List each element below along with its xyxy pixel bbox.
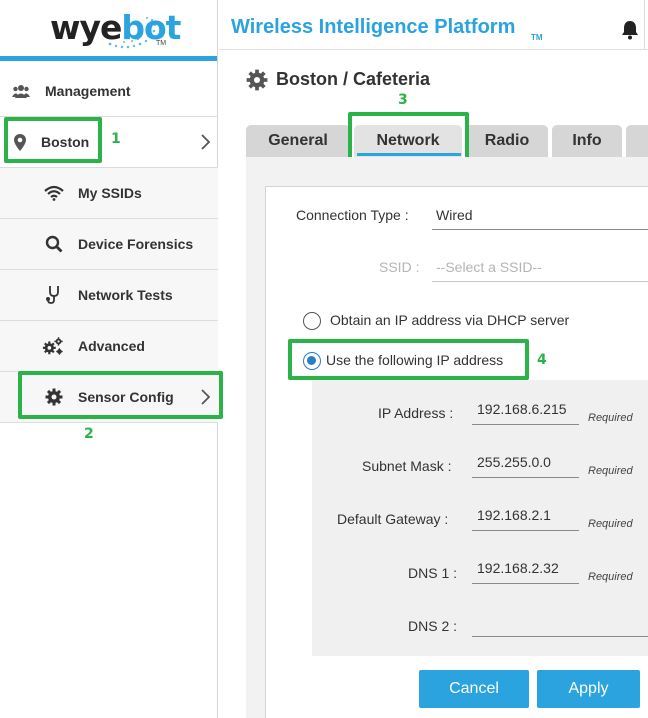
- subnet-mask-required: Required: [588, 465, 633, 477]
- sidebar-item-management[interactable]: Management: [0, 66, 218, 117]
- tab-info[interactable]: Info: [552, 125, 622, 157]
- wifi-icon: [43, 182, 65, 204]
- dns2-underline: [472, 636, 648, 637]
- dhcp-radio[interactable]: [303, 312, 321, 330]
- annotation-label-4: 4: [537, 352, 547, 368]
- sidebar-item-label: Advanced: [78, 338, 145, 354]
- sidebar-item-label: Network Tests: [78, 287, 173, 303]
- gears-icon: [42, 335, 64, 357]
- dns1-underline: [472, 583, 579, 584]
- annotation-box-1: [4, 117, 102, 163]
- subnet-mask-underline: [472, 477, 579, 478]
- sidebar-item-device-forensics[interactable]: Device Forensics: [0, 219, 218, 270]
- connection-type-underline: [432, 229, 648, 230]
- sidebar: wyebot TM Management Boston My SSIDs Dev…: [0, 0, 218, 718]
- dns1-required: Required: [588, 571, 633, 583]
- sidebar-item-network-tests[interactable]: Network Tests: [0, 270, 218, 321]
- ip-address-underline: [472, 424, 579, 425]
- tab-general[interactable]: General: [246, 125, 350, 157]
- sidebar-item-label: My SSIDs: [78, 185, 142, 201]
- cancel-button[interactable]: Cancel: [419, 670, 529, 708]
- annotation-label-1: 1: [111, 131, 121, 147]
- sidebar-item-label: Device Forensics: [78, 236, 194, 252]
- default-gateway-input[interactable]: 192.168.2.1: [477, 507, 551, 523]
- ssid-underline: [432, 281, 648, 282]
- dns2-label: DNS 2 :: [408, 618, 458, 634]
- annotation-box-2: [18, 371, 223, 419]
- annotation-label-3: 3: [398, 92, 408, 108]
- app-title: Wireless Intelligence Platform: [231, 16, 516, 38]
- chevron-right-icon: [201, 134, 210, 150]
- dhcp-option-label: Obtain an IP address via DHCP server: [330, 312, 570, 328]
- annotation-box-4: [288, 339, 529, 380]
- default-gateway-required: Required: [588, 518, 633, 530]
- ip-address-label: IP Address :: [378, 405, 454, 421]
- search-icon: [43, 233, 65, 255]
- header-divider: [644, 0, 645, 50]
- bell-icon[interactable]: [620, 20, 640, 40]
- sidebar-item-advanced[interactable]: Advanced: [0, 321, 218, 372]
- cancel-button-label: Cancel: [449, 680, 499, 697]
- dns1-label: DNS 1 :: [408, 565, 458, 581]
- tab-label: Info: [572, 132, 602, 149]
- tab-more[interactable]: [626, 125, 648, 157]
- default-gateway-label: Default Gateway :: [337, 511, 449, 527]
- connection-type-label: Connection Type :: [296, 207, 409, 223]
- sidebar-item-label: Management: [45, 83, 131, 99]
- ip-address-required: Required: [588, 412, 633, 424]
- tab-label: Radio: [484, 132, 530, 149]
- settings-gear-icon: [246, 69, 268, 91]
- ssid-select[interactable]: --Select a SSID--: [436, 259, 542, 275]
- logo-area: wyebot TM: [0, 0, 217, 61]
- stethoscope-icon: [43, 284, 65, 306]
- tab-label: General: [268, 132, 328, 149]
- connection-type-select[interactable]: Wired: [436, 207, 473, 223]
- logo-swirl-icon: [108, 17, 157, 49]
- sidebar-item-my-ssids[interactable]: My SSIDs: [0, 168, 218, 219]
- ip-address-input[interactable]: 192.168.6.215: [477, 401, 567, 417]
- ssid-label: SSID :: [379, 259, 420, 275]
- apply-button-label: Apply: [568, 680, 609, 697]
- app-title-trademark: TM: [531, 33, 543, 42]
- apply-button[interactable]: Apply: [537, 670, 640, 708]
- default-gateway-underline: [472, 530, 579, 531]
- annotation-label-2: 2: [84, 426, 94, 442]
- subnet-mask-input[interactable]: 255.255.0.0: [477, 454, 551, 470]
- dns1-input[interactable]: 192.168.2.32: [477, 560, 559, 576]
- logo-trademark: TM: [156, 40, 167, 47]
- tab-radio[interactable]: Radio: [466, 125, 548, 157]
- page-title: Boston / Cafeteria: [276, 69, 431, 89]
- top-header: Wireless Intelligence Platform TM: [219, 0, 648, 50]
- subnet-mask-label: Subnet Mask :: [362, 458, 452, 474]
- users-icon: [10, 80, 32, 102]
